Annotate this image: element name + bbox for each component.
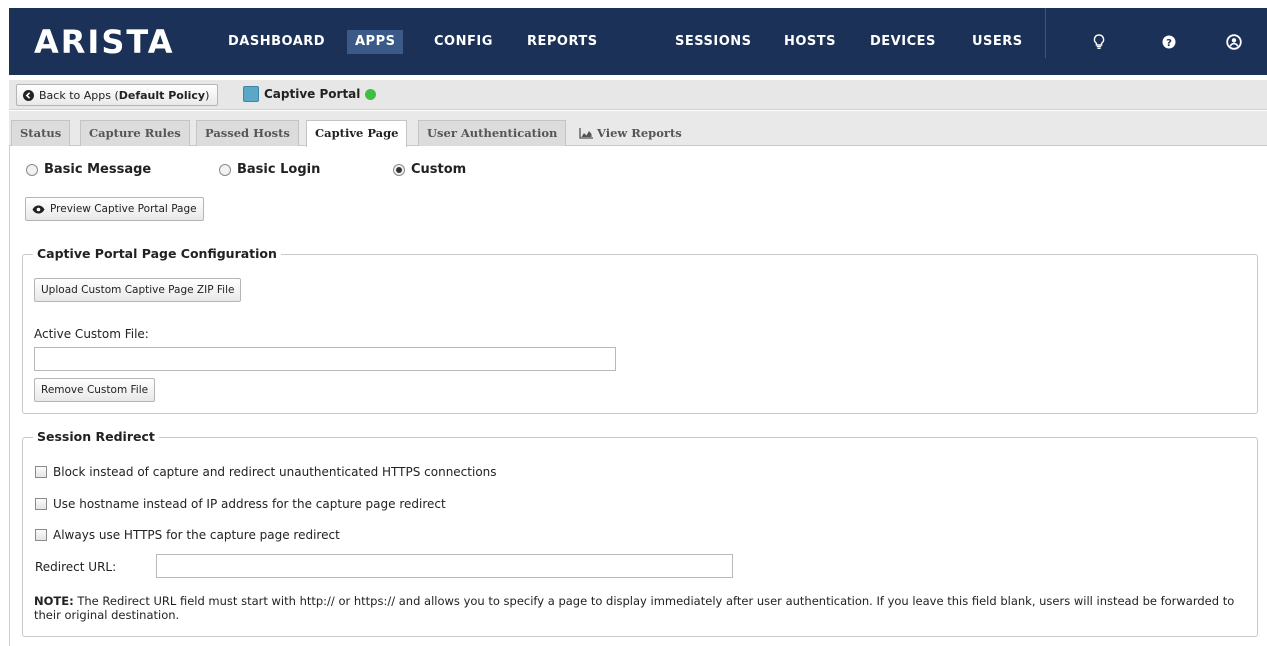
tab-bar: Status Capture Rules Passed Hosts Captiv… (9, 111, 1267, 147)
redirect-url-label: Redirect URL: (35, 560, 117, 574)
app-status-indicator (365, 88, 377, 100)
radio-custom[interactable]: Custom (393, 162, 466, 177)
radio-custom-indicator[interactable] (393, 163, 405, 176)
tab-user-authentication[interactable]: User Authentication (418, 120, 567, 146)
nav-apps[interactable]: APPS (347, 30, 404, 54)
active-custom-file-label: Active Custom File: (34, 327, 149, 341)
captive-portal-app-icon (243, 86, 259, 102)
redirect-url-field[interactable] (156, 554, 733, 578)
help-icon[interactable]: ? (1158, 30, 1180, 54)
view-reports-label: View Reports (597, 126, 682, 140)
radio-basic-login-label: Basic Login (237, 162, 321, 177)
checkbox-use-hostname-box[interactable] (35, 498, 47, 510)
nav-devices[interactable]: DEVICES (862, 30, 944, 54)
nav-hosts[interactable]: HOSTS (776, 30, 844, 54)
redirect-section-title: Session Redirect (33, 429, 159, 444)
top-nav-bar: ARISTA DASHBOARD APPS CONFIG REPORTS SES… (9, 8, 1267, 75)
checkbox-use-hostname-label: Use hostname instead of IP address for t… (53, 497, 446, 511)
radio-basic-login-indicator[interactable] (219, 163, 231, 176)
arista-logo[interactable]: ARISTA (34, 24, 174, 60)
radio-basic-message-label: Basic Message (44, 162, 152, 177)
checkbox-always-https-label: Always use HTTPS for the capture page re… (53, 528, 340, 542)
note-text: The Redirect URL field must start with h… (34, 594, 1235, 622)
app-name: Captive Portal (264, 87, 361, 101)
radio-basic-login[interactable]: Basic Login (219, 162, 320, 177)
user-icon[interactable] (1223, 30, 1245, 54)
nav-users[interactable]: USERS (964, 30, 1031, 54)
radio-basic-message[interactable]: Basic Message (26, 162, 151, 177)
checkbox-always-https-box[interactable] (35, 529, 47, 541)
content-left-border (9, 146, 10, 646)
nav-reports[interactable]: REPORTS (519, 30, 606, 54)
back-to-apps-button[interactable]: Back to Apps (Default Policy) (16, 84, 219, 106)
nav-config[interactable]: CONFIG (426, 30, 501, 54)
eye-icon (32, 205, 45, 213)
preview-button-label: Preview Captive Portal Page (50, 203, 197, 215)
back-arrow-icon (23, 89, 34, 101)
remove-custom-file-button[interactable]: Remove Custom File (34, 378, 156, 402)
upload-zip-button[interactable]: Upload Custom Captive Page ZIP File (34, 278, 242, 302)
breadcrumb-bar: Back to Apps (Default Policy) Captive Po… (9, 80, 1267, 110)
tab-capture-rules[interactable]: Capture Rules (80, 120, 190, 146)
radio-basic-message-indicator[interactable] (26, 163, 38, 176)
preview-captive-portal-button[interactable]: Preview Captive Portal Page (25, 197, 204, 221)
tab-passed-hosts[interactable]: Passed Hosts (196, 120, 299, 146)
svg-text:?: ? (1166, 38, 1172, 49)
nav-dashboard[interactable]: DASHBOARD (220, 30, 333, 54)
tab-status[interactable]: Status (11, 120, 71, 146)
config-section-title: Captive Portal Page Configuration (33, 246, 281, 261)
nav-divider (1045, 8, 1046, 58)
checkbox-always-https[interactable]: Always use HTTPS for the capture page re… (35, 528, 340, 542)
note-label: NOTE: (34, 594, 74, 608)
radio-custom-label: Custom (411, 162, 467, 177)
active-custom-file-field[interactable] (34, 347, 616, 371)
tab-captive-page[interactable]: Captive Page (306, 120, 408, 147)
checkbox-block-https[interactable]: Block instead of capture and redirect un… (35, 465, 497, 479)
checkbox-block-https-box[interactable] (35, 466, 47, 478)
nav-sessions[interactable]: SESSIONS (667, 30, 760, 54)
view-reports-link[interactable]: View Reports (579, 120, 682, 146)
checkbox-block-https-label: Block instead of capture and redirect un… (53, 465, 497, 479)
captive-page-config-section: Captive Portal Page Configuration Upload… (22, 246, 1258, 414)
lightbulb-icon[interactable] (1088, 30, 1110, 54)
redirect-note: NOTE: The Redirect URL field must start … (34, 594, 1254, 622)
back-button-label: Back to Apps (Default Policy) (39, 88, 210, 102)
chart-icon (579, 127, 593, 139)
checkbox-use-hostname[interactable]: Use hostname instead of IP address for t… (35, 497, 446, 511)
app-title: Captive Portal (243, 86, 377, 102)
